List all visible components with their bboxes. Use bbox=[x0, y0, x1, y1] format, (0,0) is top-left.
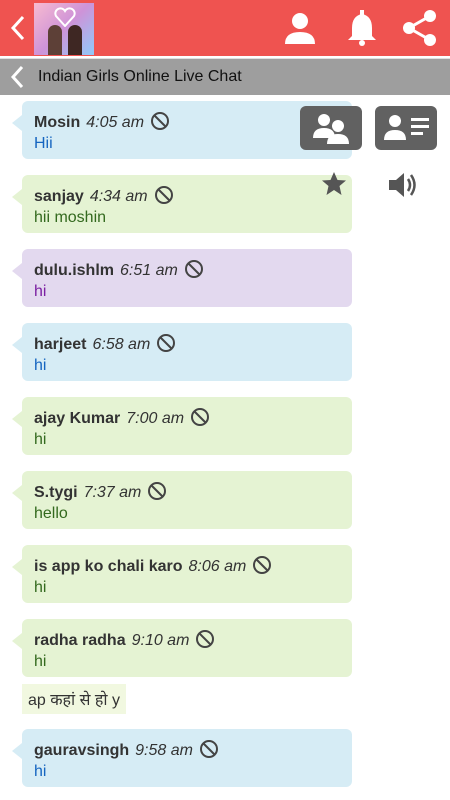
avatar-figure bbox=[48, 25, 62, 55]
block-icon[interactable] bbox=[154, 185, 174, 205]
block-icon[interactable] bbox=[184, 259, 204, 279]
avatar-figure bbox=[68, 25, 82, 55]
message-text: hi bbox=[34, 431, 47, 448]
block-icon[interactable] bbox=[147, 481, 167, 501]
chat-message: S.tygi 7:37 am hello bbox=[12, 471, 352, 529]
chat-message: radha radha 9:10 am hi bbox=[12, 619, 352, 677]
message-text: hi bbox=[34, 357, 47, 374]
block-icon[interactable] bbox=[150, 111, 170, 131]
user-list-icon bbox=[384, 115, 429, 140]
user-list-button[interactable] bbox=[375, 106, 437, 150]
chat-message: sanjay 4:34 am hii moshin bbox=[12, 175, 352, 233]
message-text: hi bbox=[34, 653, 47, 670]
username[interactable]: sanjay bbox=[34, 188, 84, 205]
star-icon[interactable] bbox=[320, 170, 348, 198]
username[interactable]: dulu.ishlm bbox=[34, 262, 114, 279]
username[interactable]: is app ko chali karo bbox=[34, 558, 183, 575]
timestamp: 7:00 am bbox=[126, 410, 185, 427]
message-text: hello bbox=[34, 505, 68, 522]
chat-message: dulu.ishlm 6:51 am hi bbox=[12, 249, 352, 307]
message-text: hii moshin bbox=[34, 209, 107, 226]
block-icon[interactable] bbox=[199, 739, 219, 759]
chat-message: gauravsingh 9:58 am hi bbox=[12, 729, 352, 787]
block-icon[interactable] bbox=[252, 555, 272, 575]
timestamp: 6:58 am bbox=[92, 336, 151, 353]
block-icon[interactable] bbox=[156, 333, 176, 353]
username[interactable]: radha radha bbox=[34, 632, 126, 649]
timestamp: 6:51 am bbox=[120, 262, 178, 279]
message-text: hi bbox=[34, 579, 47, 596]
block-icon[interactable] bbox=[195, 629, 215, 649]
profile-icon[interactable] bbox=[280, 8, 320, 48]
page-title: Indian Girls Online Live Chat bbox=[38, 68, 242, 85]
users-group-icon bbox=[313, 114, 349, 144]
username[interactable]: Mosin bbox=[34, 114, 80, 131]
username[interactable]: harjeet bbox=[34, 336, 86, 353]
chat-message: is app ko chali karo 8:06 am hi bbox=[12, 545, 352, 603]
avatar[interactable] bbox=[34, 3, 94, 55]
share-icon[interactable] bbox=[400, 8, 440, 48]
speaker-icon[interactable] bbox=[386, 170, 418, 200]
timestamp: 7:37 am bbox=[83, 484, 142, 501]
timestamp: 4:34 am bbox=[89, 188, 148, 205]
bell-icon[interactable] bbox=[342, 8, 382, 48]
chat-message: harjeet 6:58 am hi bbox=[12, 323, 352, 381]
heart-icon bbox=[54, 7, 76, 27]
message-text: hi bbox=[34, 763, 47, 780]
username[interactable]: S.tygi bbox=[34, 484, 78, 501]
message-text: hi bbox=[34, 283, 47, 300]
username[interactable]: gauravsingh bbox=[34, 742, 129, 759]
username[interactable]: ajay Kumar bbox=[34, 410, 120, 427]
message-text: Hii bbox=[34, 135, 53, 152]
group-users-button[interactable] bbox=[300, 106, 362, 150]
chat-header: Indian Girls Online Live Chat bbox=[0, 58, 450, 95]
back-chevron-icon[interactable] bbox=[8, 65, 26, 89]
chat-message: ajay Kumar 7:00 am hi bbox=[12, 397, 352, 455]
back-arrow-icon[interactable] bbox=[8, 14, 28, 42]
timestamp: 4:05 am bbox=[86, 114, 145, 131]
top-bar bbox=[0, 0, 450, 56]
plain-message: ap कहां से हो y bbox=[22, 684, 126, 714]
timestamp: 9:10 am bbox=[131, 632, 190, 649]
timestamp: 8:06 am bbox=[188, 558, 247, 575]
timestamp: 9:58 am bbox=[135, 742, 193, 759]
block-icon[interactable] bbox=[190, 407, 210, 427]
